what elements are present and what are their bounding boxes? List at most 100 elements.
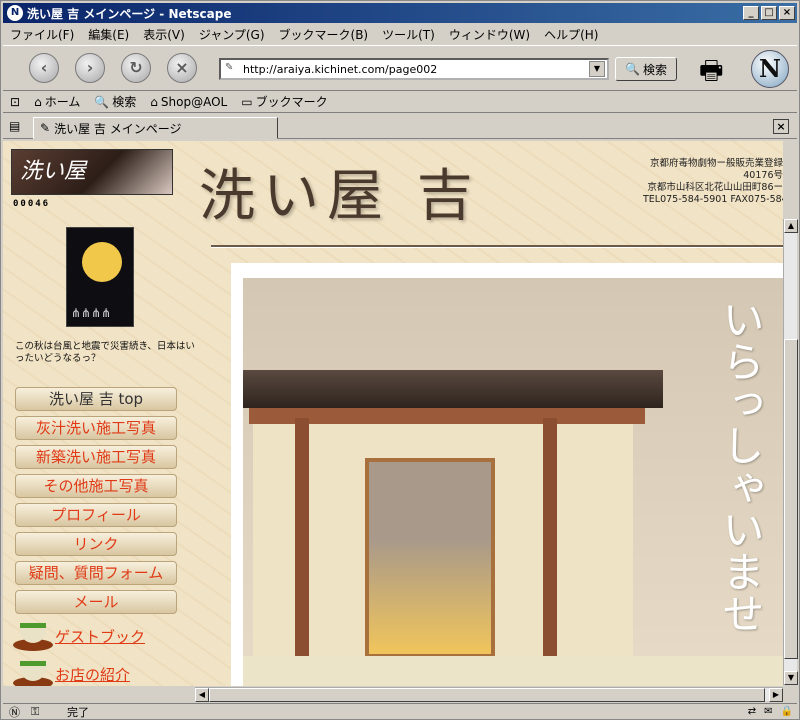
logo-text: 洗い屋 bbox=[20, 159, 87, 184]
registration-line: TEL075-584-5901 FAX075-584-59 bbox=[643, 194, 783, 205]
forward-icon[interactable]: › bbox=[75, 53, 105, 83]
horizontal-scroll-thumb[interactable] bbox=[209, 688, 765, 702]
search-button[interactable]: 🔍 検索 bbox=[615, 57, 677, 81]
photo-post bbox=[543, 418, 557, 668]
header-divider bbox=[211, 245, 783, 248]
url-dropdown-icon[interactable]: ▼ bbox=[589, 61, 605, 77]
lock-icon[interactable]: 🔒 bbox=[781, 706, 793, 717]
site-logo[interactable]: 洗い屋 bbox=[11, 149, 173, 195]
photo-floor bbox=[243, 656, 783, 686]
home-link[interactable]: ⌂ ホーム bbox=[27, 93, 87, 110]
guestbook-link[interactable]: ゲストブック bbox=[13, 621, 145, 651]
entrance-photo: いらっしゃいませ bbox=[243, 278, 783, 686]
menu-lye-wash-photos-button[interactable]: 灰汁洗い施工写真 bbox=[15, 416, 177, 440]
tabs-icon[interactable]: ⊡ bbox=[3, 95, 27, 109]
horizontal-scrollbar[interactable]: ◀ ▶ bbox=[195, 687, 783, 702]
scroll-right-icon[interactable]: ▶ bbox=[769, 688, 783, 702]
personal-toolbar: ⊡ ⌂ ホーム 🔍 検索 ⌂ Shop@AOL ▭ ブックマーク bbox=[3, 91, 797, 113]
online-icon[interactable]: Ⓝ bbox=[9, 704, 20, 720]
status-text: 完了 bbox=[67, 705, 89, 719]
registration-line: 京都市山科区北花山山田町86ー bbox=[647, 182, 783, 193]
caption-text: この秋は台風と地震で災害続き、日本はいったいどうなるっ？ bbox=[15, 341, 195, 364]
menu-file[interactable]: ファイル(F) bbox=[3, 26, 81, 43]
teacup-icon bbox=[13, 621, 53, 651]
shop-label: Shop@AOL bbox=[160, 94, 228, 109]
home-label: ホーム bbox=[44, 95, 81, 109]
menu-profile-button[interactable]: プロフィール bbox=[15, 503, 177, 527]
title-bar: N 洗い屋 吉 メインページ - Netscape _ □ × bbox=[3, 3, 797, 23]
shop-link[interactable]: ⌂ Shop@AOL bbox=[143, 95, 234, 109]
vertical-scroll-thumb[interactable] bbox=[784, 339, 798, 659]
shop-intro-label: お店の紹介 bbox=[55, 665, 131, 684]
menu-other-photos-button[interactable]: その他施工写真 bbox=[15, 474, 177, 498]
shop-icon: ⌂ bbox=[150, 94, 158, 109]
vertical-scrollbar[interactable]: ▲ ▼ bbox=[783, 219, 798, 685]
bookmarks-label: ブックマーク bbox=[255, 95, 328, 109]
menu-go[interactable]: ジャンプ(G) bbox=[192, 26, 272, 43]
site-menu: 洗い屋 吉 top 灰汁洗い施工写真 新築洗い施工写真 その他施工写真 プロフィ… bbox=[15, 387, 177, 619]
maximize-button[interactable]: □ bbox=[761, 6, 777, 20]
url-input[interactable] bbox=[243, 62, 589, 76]
connection-icon[interactable]: ⇄ bbox=[748, 706, 756, 717]
close-button[interactable]: × bbox=[779, 6, 795, 20]
status-icons: ⇄ ✉ 🔒 bbox=[748, 706, 793, 717]
photo-post bbox=[295, 418, 309, 668]
page-content: 洗い屋 00046 洗い屋 吉 京都府毒物劇物ー般販売業登録 40176号 京都… bbox=[3, 141, 783, 686]
registration-line: 京都府毒物劇物ー般販売業登録 bbox=[649, 158, 783, 169]
tab-bar: ▤ ✎ 洗い屋 吉 メインページ × bbox=[3, 115, 797, 139]
scroll-left-icon[interactable]: ◀ bbox=[195, 688, 209, 702]
stop-icon[interactable]: × bbox=[167, 53, 197, 83]
netscape-logo[interactable]: N bbox=[751, 50, 789, 88]
menu-help[interactable]: ヘルプ(H) bbox=[537, 26, 605, 43]
bookmarks-link[interactable]: ▭ ブックマーク bbox=[234, 93, 334, 110]
window-controls: _ □ × bbox=[743, 6, 795, 20]
print-icon[interactable]: 🖶 bbox=[699, 52, 724, 96]
minimize-button[interactable]: _ bbox=[743, 6, 759, 20]
menu-bar: ファイル(F) 編集(E) 表示(V) ジャンプ(G) ブックマーク(B) ツー… bbox=[3, 25, 605, 43]
moon-image: ⋔⋔⋔⋔ bbox=[66, 227, 134, 327]
reload-icon[interactable]: ↻ bbox=[121, 53, 151, 83]
menu-top-button[interactable]: 洗い屋 吉 top bbox=[15, 387, 177, 411]
page-proxy-icon: ✎ bbox=[225, 62, 234, 73]
security-icon[interactable]: ⚿ bbox=[31, 705, 39, 719]
menu-bookmarks[interactable]: ブックマーク(B) bbox=[272, 26, 376, 43]
menu-tools[interactable]: ツール(T) bbox=[375, 26, 442, 43]
scroll-down-icon[interactable]: ▼ bbox=[784, 671, 798, 685]
browser-window: N 洗い屋 吉 メインページ - Netscape _ □ × ファイル(F) … bbox=[0, 0, 800, 720]
registration-info: 京都府毒物劇物ー般販売業登録 40176号 京都市山科区北花山山田町86ー TE… bbox=[643, 158, 783, 206]
mail-icon[interactable]: ✉ bbox=[764, 706, 772, 717]
photo-roof bbox=[243, 370, 663, 408]
grass-icon: ⋔⋔⋔⋔ bbox=[71, 306, 112, 320]
menu-mail-button[interactable]: メール bbox=[15, 590, 177, 614]
menu-view[interactable]: 表示(V) bbox=[136, 26, 192, 43]
home-icon: ⌂ bbox=[34, 94, 42, 109]
photo-door bbox=[365, 458, 495, 658]
moon-icon bbox=[82, 242, 122, 282]
shop-intro-link[interactable]: お店の紹介 bbox=[13, 659, 130, 686]
netscape-icon: N bbox=[7, 5, 23, 21]
tab-label: 洗い屋 吉 メインページ bbox=[54, 121, 182, 136]
registration-line: 40176号 bbox=[743, 170, 783, 181]
url-bar: ✎ ▼ bbox=[219, 58, 609, 80]
search-link[interactable]: 🔍 検索 bbox=[87, 93, 143, 110]
navigation-toolbar: ‹ › ↻ × ✎ ▼ 🔍 検索 🖶 N bbox=[3, 45, 797, 91]
folder-icon: ▭ bbox=[241, 94, 253, 109]
tab-main-page[interactable]: ✎ 洗い屋 吉 メインページ bbox=[33, 117, 278, 139]
status-bar: Ⓝ ⚿ 完了 ⇄ ✉ 🔒 bbox=[3, 703, 797, 719]
menu-new-build-photos-button[interactable]: 新築洗い施工写真 bbox=[15, 445, 177, 469]
new-tab-icon[interactable]: ▤ bbox=[9, 119, 20, 133]
close-tab-icon[interactable]: × bbox=[773, 119, 789, 134]
menu-links-button[interactable]: リンク bbox=[15, 532, 177, 556]
search-button-label: 検索 bbox=[642, 62, 667, 77]
guestbook-label: ゲストブック bbox=[55, 627, 146, 646]
window-title: 洗い屋 吉 メインページ - Netscape bbox=[27, 6, 232, 21]
welcome-text: いらっしゃいませ bbox=[716, 298, 765, 634]
site-title: 洗い屋 吉 bbox=[199, 164, 481, 229]
page-icon: ✎ bbox=[40, 121, 51, 135]
menu-edit[interactable]: 編集(E) bbox=[81, 26, 136, 43]
search-label: 検索 bbox=[112, 95, 137, 109]
back-icon[interactable]: ‹ bbox=[29, 53, 59, 83]
scroll-up-icon[interactable]: ▲ bbox=[784, 219, 798, 233]
menu-question-form-button[interactable]: 疑問、質問フォーム bbox=[15, 561, 177, 585]
menu-window[interactable]: ウィンドウ(W) bbox=[442, 26, 537, 43]
